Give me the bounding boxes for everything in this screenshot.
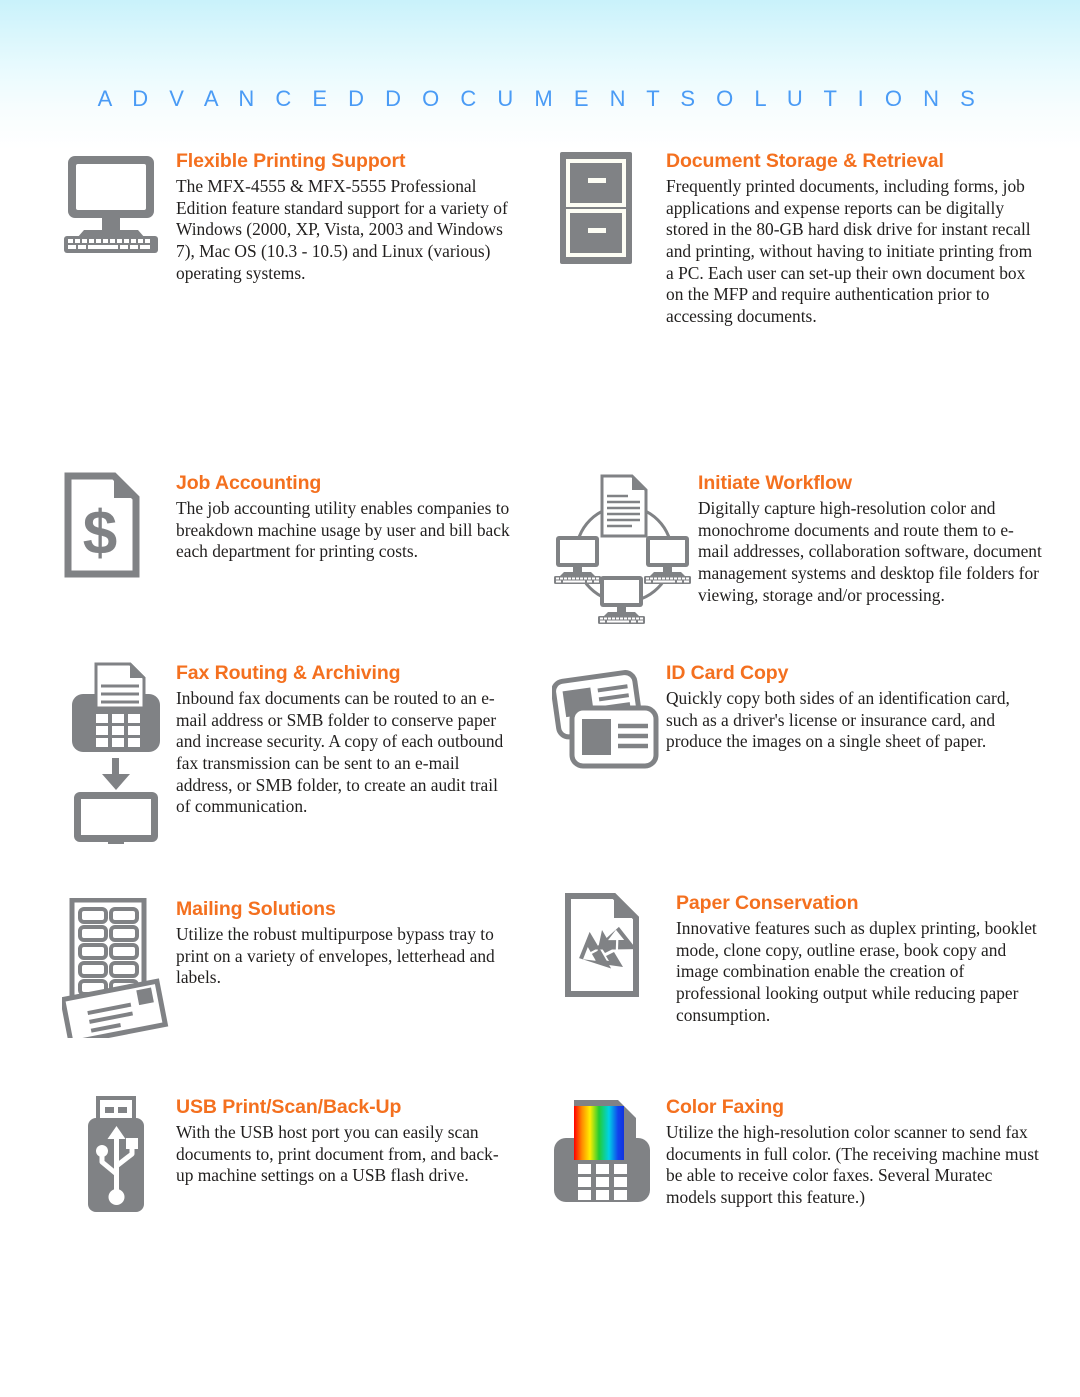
brochure-page: A D V A N C E D D O C U M E N T S O L U … bbox=[0, 0, 1080, 1397]
usb-flash-drive-icon bbox=[84, 1096, 194, 1214]
feature-mailing-solutions: Mailing Solutions Utilize the robust mul… bbox=[62, 898, 512, 1038]
feature-title: Mailing Solutions bbox=[176, 898, 336, 920]
feature-title: USB Print/Scan/Back-Up bbox=[176, 1096, 402, 1118]
filing-cabinet-icon bbox=[552, 150, 662, 266]
feature-usb-print-scan-backup: USB Print/Scan/Back-Up With the USB host… bbox=[62, 1096, 512, 1212]
feature-text: Utilize the robust multipurpose bypass t… bbox=[176, 924, 495, 988]
feature-flexible-printing-support: Flexible Printing Support The MFX-4555 &… bbox=[62, 150, 512, 284]
id-cards-icon bbox=[552, 662, 662, 772]
feature-title: Initiate Workflow bbox=[698, 472, 852, 494]
feature-text: Frequently printed documents, including … bbox=[666, 176, 1033, 326]
feature-title: Flexible Printing Support bbox=[176, 150, 406, 172]
feature-id-card-copy: ID Card Copy Quickly copy both sides of … bbox=[552, 662, 1042, 769]
feature-row: Mailing Solutions Utilize the robust mul… bbox=[0, 816, 1080, 1038]
feature-text: Inbound fax documents can be routed to a… bbox=[176, 688, 504, 817]
feature-text: Utilize the high-resolution color scanne… bbox=[666, 1122, 1039, 1207]
feature-row: Flexible Printing Support The MFX-4555 &… bbox=[0, 150, 1080, 386]
feature-color-faxing: Color Faxing Utilize the high-resolution… bbox=[552, 1096, 1042, 1209]
header-gradient-band bbox=[0, 0, 1080, 150]
feature-paper-conservation: Paper Conservation Innovative features s… bbox=[552, 892, 1042, 1026]
dollar-document-icon: $ bbox=[62, 472, 172, 578]
feature-title: Fax Routing & Archiving bbox=[176, 662, 401, 684]
feature-job-accounting: $ Job Accounting The job accounting util… bbox=[62, 472, 512, 578]
feature-title: Job Accounting bbox=[176, 472, 322, 494]
feature-row: Fax Routing & Archiving Inbound fax docu… bbox=[0, 586, 1080, 844]
recycle-document-icon bbox=[562, 892, 672, 998]
feature-title: Paper Conservation bbox=[676, 892, 859, 914]
desktop-computer-icon bbox=[62, 150, 172, 254]
feature-grid: Flexible Printing Support The MFX-4555 &… bbox=[0, 150, 1080, 1216]
feature-document-storage-retrieval: Document Storage & Retrieval Frequently … bbox=[552, 150, 1042, 328]
feature-title: Color Faxing bbox=[666, 1096, 784, 1118]
color-fax-icon bbox=[552, 1096, 662, 1208]
svg-text:$: $ bbox=[83, 499, 117, 568]
feature-row: USB Print/Scan/Back-Up With the USB host… bbox=[0, 1016, 1080, 1216]
feature-text: The MFX-4555 & MFX-5555 Professional Edi… bbox=[176, 176, 508, 283]
feature-title: ID Card Copy bbox=[666, 662, 789, 684]
feature-text: Innovative features such as duplex print… bbox=[676, 918, 1037, 1025]
feature-title: Document Storage & Retrieval bbox=[666, 150, 944, 172]
feature-text: Quickly copy both sides of an identifica… bbox=[666, 688, 1010, 752]
feature-fax-routing-archiving: Fax Routing & Archiving Inbound fax docu… bbox=[62, 662, 512, 844]
page-title: A D V A N C E D D O C U M E N T S O L U … bbox=[97, 86, 983, 111]
feature-text: The job accounting utility enables compa… bbox=[176, 498, 510, 562]
feature-text: With the USB host port you can easily sc… bbox=[176, 1122, 499, 1186]
feature-row: $ Job Accounting The job accounting util… bbox=[0, 386, 1080, 624]
